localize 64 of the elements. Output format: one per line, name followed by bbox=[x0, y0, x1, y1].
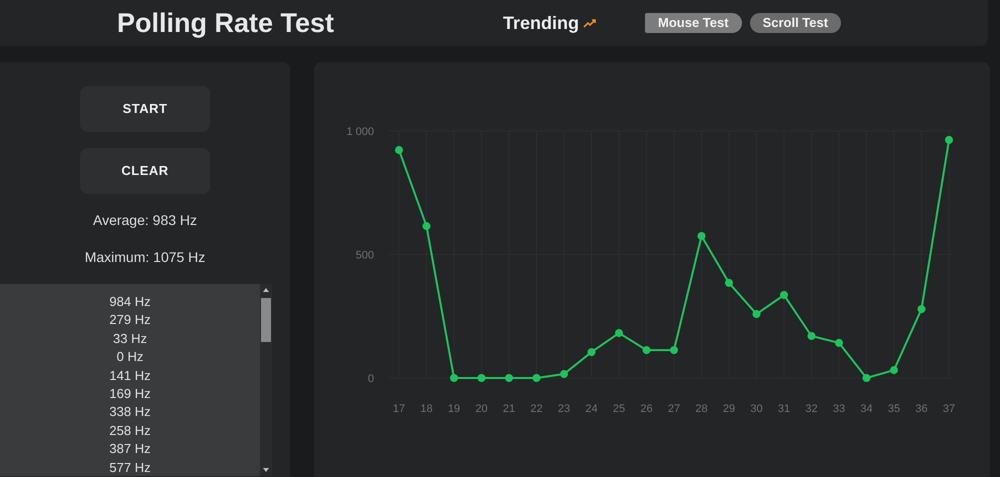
data-point bbox=[780, 291, 788, 299]
data-point bbox=[698, 232, 706, 240]
y-axis-label: 0 bbox=[368, 373, 374, 385]
data-point bbox=[505, 374, 513, 382]
data-point bbox=[560, 370, 568, 378]
data-point bbox=[945, 136, 953, 144]
x-axis-label: 35 bbox=[888, 403, 900, 415]
data-point bbox=[450, 374, 458, 382]
x-axis-label: 28 bbox=[695, 403, 708, 415]
data-point bbox=[862, 374, 870, 382]
x-axis-label: 33 bbox=[832, 403, 846, 415]
data-point bbox=[752, 310, 760, 318]
data-point bbox=[890, 366, 898, 374]
x-axis-label: 30 bbox=[750, 403, 763, 415]
clear-button[interactable]: CLEAR bbox=[80, 148, 210, 194]
x-axis-label: 25 bbox=[612, 403, 626, 415]
test-tab[interactable]: Mouse Test bbox=[645, 13, 742, 33]
page-title: Polling Rate Test bbox=[117, 6, 336, 40]
reading-item: 0 Hz bbox=[116, 348, 144, 366]
trending-link[interactable]: Trending bbox=[503, 10, 597, 36]
x-axis-label: 18 bbox=[420, 403, 433, 415]
start-button[interactable]: START bbox=[80, 86, 210, 132]
reading-item: 387 Hz bbox=[108, 440, 152, 458]
x-axis-label: 27 bbox=[668, 403, 680, 415]
x-axis-label: 34 bbox=[860, 403, 873, 415]
data-point bbox=[615, 329, 623, 338]
data-point bbox=[835, 338, 843, 347]
data-point bbox=[725, 278, 733, 287]
x-axis-label: 36 bbox=[915, 403, 928, 415]
data-point bbox=[422, 222, 430, 230]
data-point bbox=[670, 346, 678, 354]
reading-item: 984 Hz bbox=[108, 293, 152, 311]
trending-icon bbox=[583, 18, 597, 28]
x-axis-label: 31 bbox=[778, 403, 790, 415]
data-point bbox=[642, 346, 650, 354]
reading-item: 279 Hz bbox=[108, 311, 152, 330]
average-text: Average: 983 Hz bbox=[92, 211, 198, 230]
x-axis-label: 20 bbox=[475, 403, 488, 415]
x-axis-label: 29 bbox=[722, 403, 736, 415]
data-point bbox=[918, 305, 926, 314]
reading-item: 141 Hz bbox=[108, 366, 152, 385]
reading-item: 338 Hz bbox=[108, 403, 152, 422]
data-point bbox=[808, 332, 816, 340]
x-axis-label: 21 bbox=[502, 403, 516, 415]
data-point bbox=[588, 348, 596, 356]
x-axis-label: 24 bbox=[585, 403, 598, 415]
x-axis-label: 32 bbox=[805, 403, 818, 415]
reading-item: 33 Hz bbox=[112, 330, 148, 348]
x-axis-label: 22 bbox=[530, 403, 543, 415]
x-axis-label: 26 bbox=[640, 403, 653, 415]
y-axis-label: 500 bbox=[356, 250, 374, 262]
x-axis-label: 17 bbox=[392, 403, 406, 415]
data-point bbox=[395, 146, 403, 154]
x-axis-label: 19 bbox=[448, 403, 460, 415]
reading-item: 169 Hz bbox=[108, 385, 152, 404]
maximum-text: Maximum: 1075 Hz bbox=[84, 248, 206, 267]
y-axis-label: 1 000 bbox=[346, 126, 374, 138]
x-axis-label: 23 bbox=[558, 403, 570, 415]
x-axis-label: 37 bbox=[942, 403, 956, 415]
reading-item: 258 Hz bbox=[108, 422, 152, 440]
reading-item: 577 Hz bbox=[108, 458, 152, 476]
test-tab[interactable]: Scroll Test bbox=[750, 13, 842, 33]
data-point bbox=[478, 374, 486, 382]
data-point bbox=[532, 374, 540, 382]
